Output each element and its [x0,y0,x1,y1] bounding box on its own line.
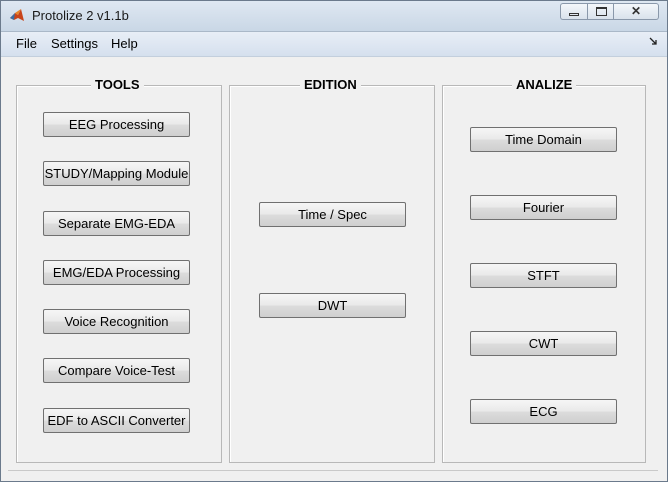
eeg-processing-button[interactable]: EEG Processing [43,112,190,137]
edition-panel-title: EDITION [300,77,361,92]
study-mapping-module-button[interactable]: STUDY/Mapping Module [43,161,190,186]
menu-help[interactable]: Help [111,36,138,51]
matlab-logo-icon [10,9,24,21]
bottom-divider [8,470,658,471]
menu-file[interactable]: File [16,36,37,51]
tools-panel-title: TOOLS [91,77,144,92]
edf-to-ascii-converter-button[interactable]: EDF to ASCII Converter [43,408,190,433]
title-bar[interactable]: Protolize 2 v1.1b ✕ [1,1,667,32]
analize-panel-title: ANALIZE [512,77,577,92]
compare-voice-test-button[interactable]: Compare Voice-Test [43,358,190,383]
maximize-icon [596,7,607,16]
separate-emg-eda-button[interactable]: Separate EMG-EDA [43,211,190,236]
close-button[interactable]: ✕ [614,3,659,20]
cwt-button[interactable]: CWT [470,331,617,356]
dock-arrow-icon[interactable] [649,37,658,46]
ecg-button[interactable]: ECG [470,399,617,424]
fourier-button[interactable]: Fourier [470,195,617,220]
stft-button[interactable]: STFT [470,263,617,288]
edition-panel [229,85,435,463]
dwt-button[interactable]: DWT [259,293,406,318]
time-domain-button[interactable]: Time Domain [470,127,617,152]
menu-bar: File Settings Help [1,32,667,57]
maximize-button[interactable] [587,3,614,20]
minimize-icon [569,13,579,16]
menu-settings[interactable]: Settings [51,36,98,51]
minimize-button[interactable] [560,3,587,20]
window-title: Protolize 2 v1.1b [32,8,129,23]
emg-eda-processing-button[interactable]: EMG/EDA Processing [43,260,190,285]
voice-recognition-button[interactable]: Voice Recognition [43,309,190,334]
close-icon: ✕ [630,4,642,18]
time-spec-button[interactable]: Time / Spec [259,202,406,227]
